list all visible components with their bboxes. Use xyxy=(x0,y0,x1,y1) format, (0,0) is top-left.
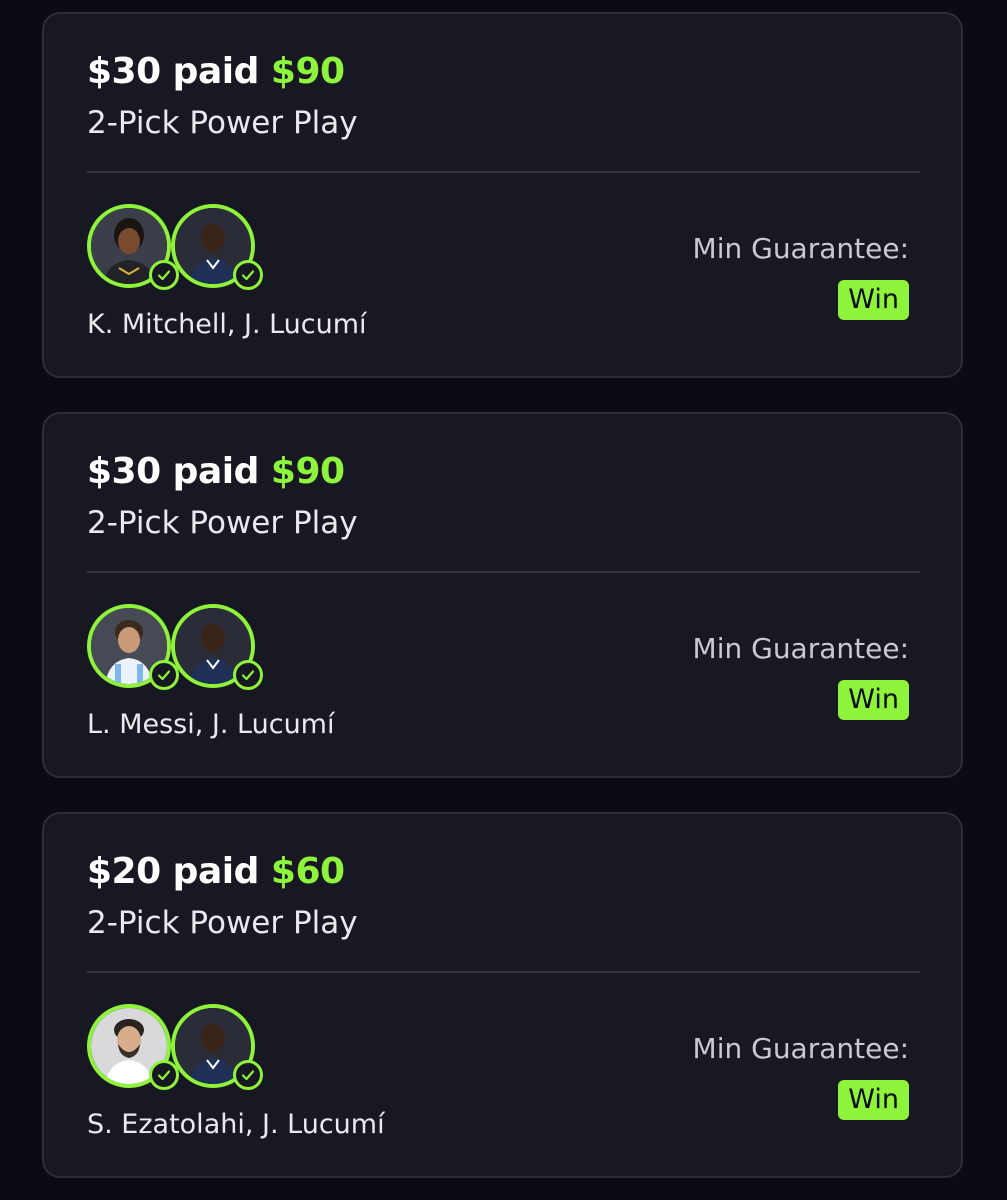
player-names: S. Ezatolahi, J. Lucumí xyxy=(87,1109,385,1140)
player-avatars xyxy=(87,204,277,296)
min-guarantee: Min Guarantee: Win xyxy=(693,1032,909,1120)
result-badge: Win xyxy=(838,280,909,320)
payout-amount: $90 xyxy=(270,451,345,492)
entry-header: $20 paid $60 2-Pick Power Play xyxy=(87,850,358,942)
entry-card[interactable]: $20 paid $60 2-Pick Power Play S. Ezatol… xyxy=(42,812,963,1178)
result-badge: Win xyxy=(838,680,909,720)
play-type: 2-Pick Power Play xyxy=(87,105,358,141)
player-names: K. Mitchell, J. Lucumí xyxy=(87,309,367,340)
player-avatars xyxy=(87,604,277,696)
paid-amount: $30 paid xyxy=(87,451,259,492)
payout-amount: $90 xyxy=(270,51,345,92)
entry-amount-line: $20 paid $60 xyxy=(87,850,358,894)
check-circle-icon xyxy=(233,660,263,690)
play-type: 2-Pick Power Play xyxy=(87,905,358,941)
check-circle-icon xyxy=(149,660,179,690)
result-badge: Win xyxy=(838,1080,909,1120)
paid-amount: $30 paid xyxy=(87,51,259,92)
entry-card[interactable]: $30 paid $90 2-Pick Power Play xyxy=(42,412,963,778)
min-guarantee: Min Guarantee: Win xyxy=(693,232,909,320)
divider xyxy=(87,571,920,573)
entry-header: $30 paid $90 2-Pick Power Play xyxy=(87,50,358,142)
check-circle-icon xyxy=(149,1060,179,1090)
guarantee-label: Min Guarantee: xyxy=(692,632,909,665)
guarantee-label: Min Guarantee: xyxy=(692,1032,909,1065)
player-names: L. Messi, J. Lucumí xyxy=(87,709,335,740)
divider xyxy=(87,971,920,973)
divider xyxy=(87,171,920,173)
entry-header: $30 paid $90 2-Pick Power Play xyxy=(87,450,358,542)
entry-amount-line: $30 paid $90 xyxy=(87,450,358,494)
entry-card[interactable]: $30 paid $90 2-Pick Power Play xyxy=(42,12,963,378)
paid-amount: $20 paid xyxy=(87,851,259,892)
play-type: 2-Pick Power Play xyxy=(87,505,358,541)
check-circle-icon xyxy=(149,260,179,290)
guarantee-label: Min Guarantee: xyxy=(692,232,909,265)
entry-amount-line: $30 paid $90 xyxy=(87,50,358,94)
min-guarantee: Min Guarantee: Win xyxy=(693,632,909,720)
check-circle-icon xyxy=(233,1060,263,1090)
entries-list: $30 paid $90 2-Pick Power Play K. Mitche… xyxy=(0,0,1007,1200)
payout-amount: $60 xyxy=(270,851,345,892)
check-circle-icon xyxy=(233,260,263,290)
player-avatars xyxy=(87,1004,277,1096)
